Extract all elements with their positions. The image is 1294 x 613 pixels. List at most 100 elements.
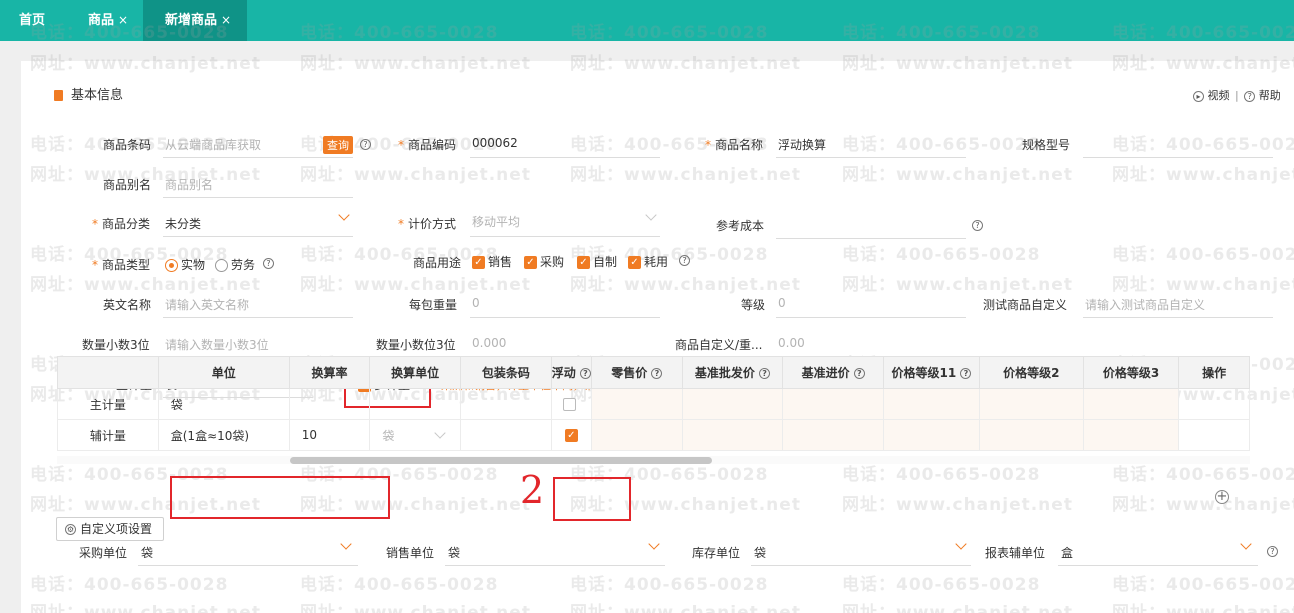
stock-unit-select[interactable]: 袋 (754, 544, 766, 561)
ref-cost-input[interactable] (776, 238, 966, 239)
tab-products[interactable]: 商品 × (88, 0, 128, 41)
pack-weight-input[interactable]: 0 (472, 296, 480, 310)
checkbox-unchecked-icon[interactable] (563, 398, 577, 411)
code-underline (470, 157, 660, 158)
price-cell[interactable] (681, 388, 784, 420)
help-icon[interactable]: ? (853, 368, 865, 379)
help-icon[interactable]: ? (579, 368, 591, 379)
pack-weight-label: 每包重量 (409, 298, 458, 312)
usage-selfmade-checkbox[interactable]: ✓ 自制 (577, 253, 617, 270)
custom-settings-button[interactable]: ⚙ 自定义项设置 (56, 517, 164, 541)
help-icon[interactable]: ? (679, 253, 690, 267)
scrollbar-thumb[interactable] (290, 457, 712, 464)
alias-input[interactable]: 商品别名 (165, 176, 213, 193)
custom-weight-input[interactable]: 0.00 (778, 336, 805, 350)
test-custom-input[interactable]: 请输入测试商品自定义 (1085, 296, 1205, 313)
price-cell[interactable] (681, 419, 784, 451)
qty-dec-input[interactable]: 请输入数量小数3位 (165, 336, 269, 353)
help-icon[interactable]: ? (759, 368, 771, 379)
type-radio-physical[interactable]: 实物 (165, 256, 205, 273)
pricing-underline (470, 236, 660, 237)
unit-cell[interactable]: 盒(1盒≈10袋) (157, 419, 290, 451)
query-button[interactable]: 查询 (323, 136, 353, 154)
price-cell[interactable] (1082, 419, 1180, 451)
price-cell[interactable] (883, 419, 980, 451)
conv-unit-select[interactable]: 袋 (369, 419, 461, 451)
price-cell[interactable] (978, 388, 1084, 420)
price-cell[interactable] (782, 419, 885, 451)
col-header: 换算单位 (369, 356, 461, 389)
test-custom-underline (1083, 317, 1273, 318)
type-radio-service[interactable]: 劳务 (215, 256, 255, 273)
type-label: * 商品类型 (92, 258, 151, 272)
english-input[interactable]: 请输入英文名称 (165, 296, 249, 313)
chevron-down-icon[interactable] (434, 427, 446, 439)
checkbox-checked-icon[interactable]: ✓ (564, 429, 578, 442)
barcode-cell[interactable] (460, 388, 552, 420)
barcode-input[interactable]: 从云端商品库获取 (165, 136, 261, 153)
price-cell[interactable] (883, 388, 980, 420)
float-cell[interactable]: ✓ (550, 419, 592, 451)
tab-new-product[interactable]: 新增商品 × (143, 0, 247, 41)
rate-cell[interactable]: 10 (288, 419, 371, 451)
qty-dec2-input[interactable]: 0.000 (472, 336, 506, 350)
price-cell[interactable] (590, 388, 683, 420)
code-label-text: 商品编码 (408, 138, 457, 152)
video-link[interactable]: ▸ 视频 (1193, 89, 1230, 102)
usage-purchase-checkbox[interactable]: ✓ 采购 (524, 253, 564, 270)
add-row-plus-icon[interactable]: + (1215, 490, 1229, 504)
col-header: 操作 (1178, 356, 1250, 389)
price-cell[interactable] (782, 388, 885, 420)
help-icon[interactable]: ? (263, 256, 274, 270)
report-unit-select[interactable]: 盒 (1061, 544, 1073, 561)
code-input[interactable]: 000062 (472, 136, 518, 150)
price-cell[interactable] (1082, 388, 1180, 420)
english-label: 英文名称 (103, 298, 152, 312)
alias-underline (163, 197, 353, 198)
checkbox-label: 采购 (540, 255, 565, 269)
price-cell[interactable] (978, 419, 1084, 451)
help-link[interactable]: ? 帮助 (1244, 89, 1281, 102)
section-header: 基本信息 (54, 84, 123, 103)
spec-label: 规格型号 (1022, 138, 1071, 152)
float-cell[interactable] (550, 388, 592, 420)
col-header-label: 零售价 (611, 366, 648, 380)
col-header-label: 价格等级11 (891, 366, 957, 380)
help-icon[interactable]: ? (360, 137, 371, 151)
grade-input[interactable]: 0 (778, 296, 786, 310)
price-cell[interactable] (590, 419, 683, 451)
name-input[interactable]: 浮动换算 (778, 136, 826, 153)
english-underline (163, 317, 353, 318)
purchase-unit-select[interactable]: 袋 (141, 544, 153, 561)
checkbox-label: 自制 (593, 255, 618, 269)
barcode-underline (163, 157, 353, 158)
close-icon[interactable]: × (221, 13, 231, 27)
radio-checked-icon (165, 259, 178, 272)
sales-unit-select[interactable]: 袋 (448, 544, 460, 561)
close-icon[interactable]: × (118, 13, 128, 27)
help-icon[interactable]: ? (651, 368, 663, 379)
category-select[interactable]: 未分类 (165, 215, 201, 232)
radio-label: 劳务 (231, 258, 256, 272)
usage-sales-checkbox[interactable]: ✓ 销售 (472, 253, 512, 270)
tab-home[interactable]: 首页 (19, 0, 45, 41)
annotation-number-two: 2 (520, 468, 545, 512)
help-icon[interactable]: ? (1267, 544, 1278, 558)
col-header: 基准批发价 ? (681, 356, 784, 389)
separator: | (1235, 89, 1239, 102)
report-unit-label: 报表辅单位 (985, 546, 1046, 560)
help-icon[interactable]: ? (960, 368, 972, 379)
tab-home-label: 首页 (19, 13, 46, 28)
unit-cell[interactable]: 袋 (157, 388, 290, 420)
help-icon[interactable]: ? (972, 218, 983, 232)
pricing-label: * 计价方式 (398, 217, 457, 231)
checkbox-checked-icon: ✓ (472, 256, 485, 269)
barcode-cell[interactable] (460, 419, 552, 451)
col-header: 零售价 ? (590, 356, 683, 389)
pricing-select[interactable]: 移动平均 (472, 213, 520, 230)
sales-unit-label: 销售单位 (386, 546, 435, 560)
pack-weight-underline (470, 317, 660, 318)
usage-consume-checkbox[interactable]: ✓ 耗用 (628, 253, 668, 270)
spec-input[interactable] (1083, 157, 1273, 158)
grade-underline (776, 317, 966, 318)
